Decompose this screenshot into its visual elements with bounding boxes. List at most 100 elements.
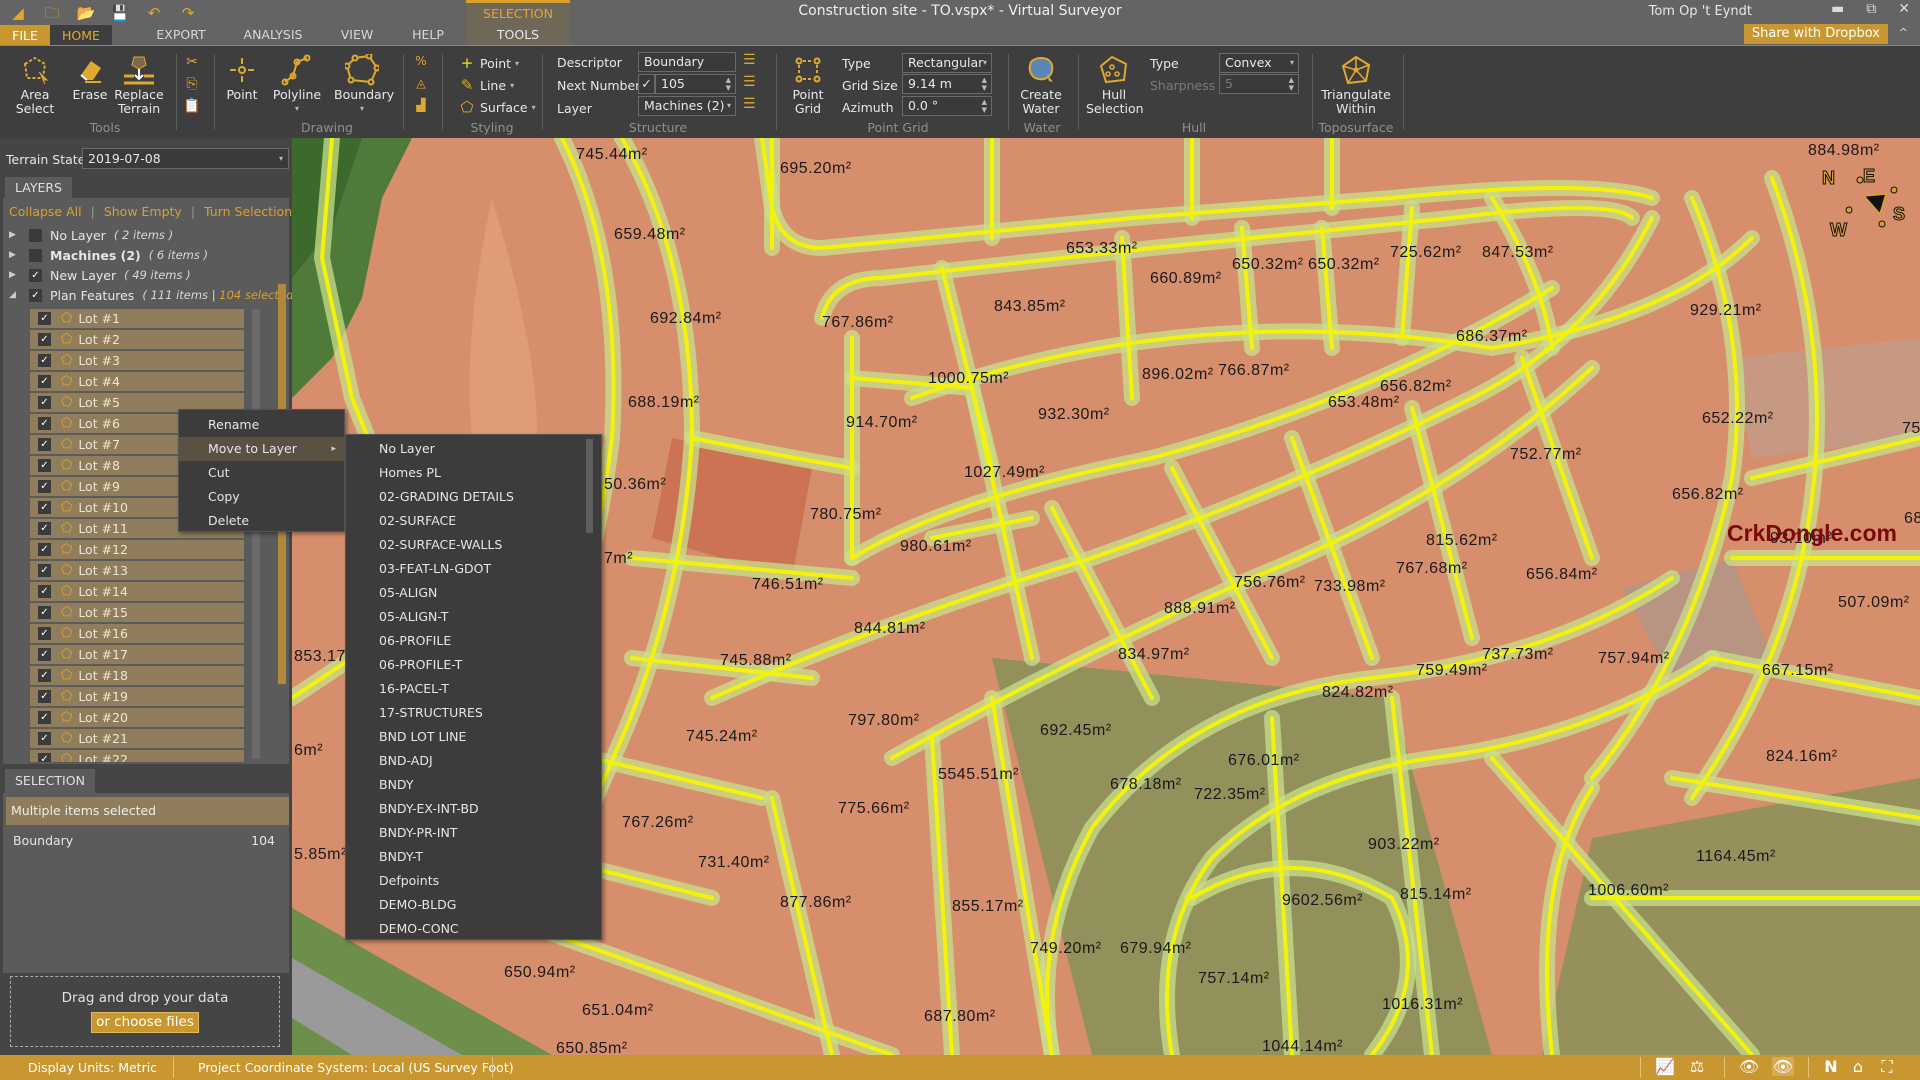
lot-checkbox[interactable]: ✓ <box>38 648 51 661</box>
boundary-button[interactable]: Boundary ▾ <box>334 52 394 116</box>
lot-area-label[interactable]: 855.17m² <box>952 898 1024 916</box>
collapse-all-link[interactable]: Collapse All <box>9 204 82 219</box>
layer-list-icon[interactable]: ☰ <box>743 96 756 112</box>
submenu-item[interactable]: DEMO-CONC <box>379 917 459 939</box>
descriptor-input[interactable]: Boundary <box>638 52 736 72</box>
slope-pattern-icon[interactable]: ◬ <box>412 76 430 90</box>
lot-area-label[interactable]: 660.89m² <box>1150 270 1222 288</box>
boundary-dropdown-icon[interactable]: ▾ <box>334 102 390 116</box>
lot-area-label[interactable]: 1016.31m² <box>1382 996 1463 1014</box>
close-icon[interactable]: ✕ <box>1898 1 1910 17</box>
layer-checkbox[interactable]: ✓ <box>29 288 42 302</box>
lot-area-label[interactable]: 9602.56m² <box>1282 892 1363 910</box>
layer-select[interactable]: Machines (2) ▾ <box>638 96 736 116</box>
spinner-icon[interactable]: ▲ ▼ <box>726 76 731 92</box>
lot-area-label[interactable]: 780.75m² <box>810 506 882 524</box>
show-empty-link[interactable]: Show Empty <box>104 204 182 219</box>
lot-area-label[interactable]: 824.16m² <box>1766 748 1838 766</box>
lot-area-label[interactable]: 756.76m² <box>1234 574 1306 592</box>
lot-row[interactable]: ✓ ⬠ Lot #2 <box>30 330 244 349</box>
lot-area-label[interactable]: 746.51m² <box>752 576 824 594</box>
submenu-item[interactable]: 05-ALIGN-T <box>379 605 448 629</box>
lot-area-label[interactable]: 1027.49m² <box>964 464 1045 482</box>
display-units[interactable]: Display Units: Metric <box>28 1060 157 1075</box>
sharpness-input[interactable]: 5 ▲ ▼ <box>1219 74 1299 94</box>
spinner-icon[interactable]: ▲ ▼ <box>1289 76 1294 92</box>
layer-row-no-layer[interactable]: ▶ No Layer ( 2 items ) <box>9 225 173 245</box>
lot-area-label[interactable]: 687.80m² <box>924 1008 996 1026</box>
lot-area-label[interactable]: 853.17 <box>294 648 346 666</box>
lot-area-label[interactable]: 695.20m² <box>780 160 852 178</box>
point-draw-button[interactable]: Point <box>222 52 262 102</box>
lot-area-label[interactable]: 7m² <box>604 550 633 568</box>
lot-area-label[interactable]: 834.97m² <box>1118 646 1190 664</box>
lot-area-label[interactable]: 722.35m² <box>1194 786 1266 804</box>
lot-checkbox[interactable]: ✓ <box>38 711 51 724</box>
lot-checkbox[interactable]: ✓ <box>38 417 51 430</box>
view-light-icon[interactable]: 👁 <box>1738 1057 1760 1076</box>
lot-list-scrollbar[interactable] <box>252 309 260 759</box>
layer-checkbox[interactable]: ✓ <box>29 268 42 282</box>
lot-area-label[interactable]: 667.15m² <box>1762 662 1834 680</box>
lot-row[interactable]: ✓ ⬠ Lot #20 <box>30 708 244 727</box>
layer-row-plan-features[interactable]: ◢ ✓ Plan Features( 111 items | 104 selecte… <box>9 285 302 305</box>
hull-selection-button[interactable]: Hull Selection <box>1086 52 1144 116</box>
menu-item-delete[interactable]: Delete <box>179 509 344 533</box>
submenu-item[interactable]: 03-FEAT-LN-GDOT <box>379 557 491 581</box>
dropzone[interactable]: Drag and drop your data or choose files <box>10 976 280 1047</box>
style-line-dropdown[interactable]: ✎ Line ▾ <box>458 76 514 94</box>
lot-area-label[interactable]: 1044.14m² <box>1262 1038 1343 1055</box>
home-view-icon[interactable]: ⌂ <box>1847 1057 1869 1076</box>
user-name[interactable]: Tom Op 't Eyndt <box>1649 4 1752 19</box>
lot-area-label[interactable]: 656.82m² <box>1672 486 1744 504</box>
submenu-item[interactable]: BNDY <box>379 773 414 797</box>
elevation-color-icon[interactable]: ▟ <box>412 98 430 112</box>
lot-row[interactable]: ✓ ⬠ Lot #17 <box>30 645 244 664</box>
submenu-item[interactable]: BNDY-T <box>379 845 423 869</box>
lot-area-label[interactable]: 896.02m² <box>1142 366 1214 384</box>
tab-export[interactable]: EXPORT <box>150 24 212 45</box>
lot-area-label[interactable]: 815.14m² <box>1400 886 1472 904</box>
submenu-item[interactable]: BND LOT LINE <box>379 725 466 749</box>
lot-area-label[interactable]: 775.66m² <box>838 800 910 818</box>
lot-row[interactable]: ✓ ⬠ Lot #1 <box>30 309 244 328</box>
lot-area-label[interactable]: 688.4 <box>1904 510 1920 528</box>
lot-row[interactable]: ✓ ⬠ Lot #14 <box>30 582 244 601</box>
lot-area-label[interactable]: 679.94m² <box>1120 940 1192 958</box>
lot-area-label[interactable]: 745.44m² <box>576 146 648 164</box>
lot-area-label[interactable]: 676.01m² <box>1228 752 1300 770</box>
menu-item-cut[interactable]: Cut <box>179 461 344 485</box>
submenu-item[interactable]: BNDY-EX-INT-BD <box>379 797 479 821</box>
tab-file[interactable]: FILE <box>0 25 50 46</box>
menu-item-rename[interactable]: Rename <box>179 413 344 437</box>
lot-area-label[interactable]: 692.45m² <box>1040 722 1112 740</box>
lot-area-label[interactable]: 5.85m² <box>294 846 347 864</box>
spinner-icon[interactable]: ▲ ▼ <box>982 76 987 92</box>
lot-area-label[interactable]: 731.40m² <box>698 854 770 872</box>
submenu-item[interactable]: 02-GRADING DETAILS <box>379 485 514 509</box>
submenu-item[interactable]: 05-ALIGN <box>379 581 437 605</box>
submenu-item[interactable]: BNDY-PR-INT <box>379 821 457 845</box>
lot-row[interactable]: ✓ ⬠ Lot #12 <box>30 540 244 559</box>
slope-percent-icon[interactable]: % <box>412 54 430 68</box>
copy-icon[interactable]: ⎘ <box>183 76 201 92</box>
lot-area-label[interactable]: 745.88m² <box>720 652 792 670</box>
lot-area-label[interactable]: 815.62m² <box>1426 532 1498 550</box>
lot-area-label[interactable]: 1164.45m² <box>1696 848 1776 866</box>
lot-area-label[interactable]: 980.61m² <box>900 538 972 556</box>
next-number-list-icon[interactable]: ☰ <box>743 74 756 90</box>
lot-checkbox[interactable]: ✓ <box>38 396 51 409</box>
lot-area-label[interactable]: 686.37m² <box>1456 328 1528 346</box>
lot-area-label[interactable]: 888.91m² <box>1164 600 1236 618</box>
compass-arrow-icon[interactable] <box>1832 168 1912 238</box>
lot-area-label[interactable]: 688.19m² <box>628 394 700 412</box>
polyline-dropdown-icon[interactable]: ▾ <box>272 102 322 116</box>
lot-area-label[interactable]: 929.21m² <box>1690 302 1762 320</box>
lot-row[interactable]: ✓ ⬠ Lot #22 <box>30 750 244 762</box>
lot-area-label[interactable]: 725.62m² <box>1390 244 1462 262</box>
erase-button[interactable]: Erase <box>70 52 110 102</box>
lot-checkbox[interactable]: ✓ <box>38 585 51 598</box>
lot-area-label[interactable]: 653.48m² <box>1328 394 1400 412</box>
lot-area-label[interactable]: 656.84m² <box>1526 566 1598 584</box>
lot-area-label[interactable]: 914.70m² <box>846 414 918 432</box>
